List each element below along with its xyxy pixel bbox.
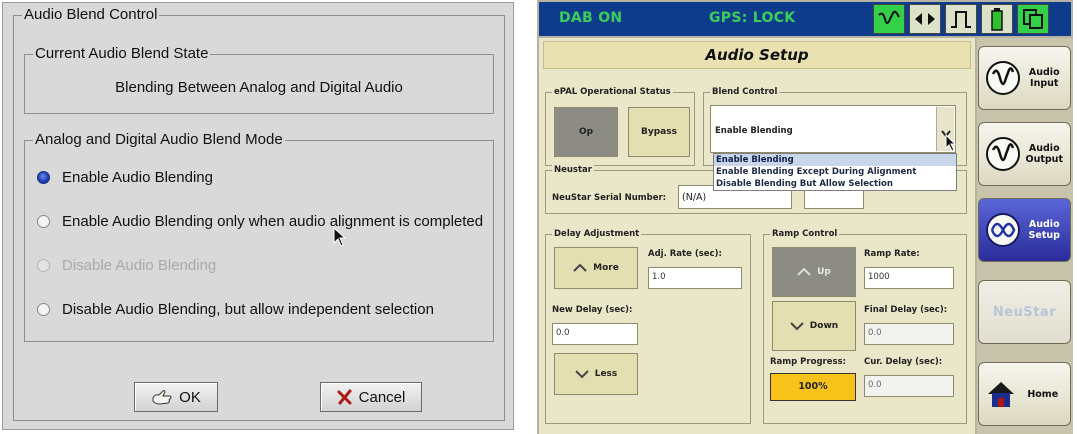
audio-blend-dialog: Audio Blend Control Current Audio Blend … [2, 2, 514, 430]
final-delay-label: Final Delay (sec): [864, 305, 948, 315]
neustar-serial-value: (N/A) [682, 192, 707, 203]
ramp-down-label: Down [809, 321, 839, 331]
delay-adjustment-title: Delay Adjustment [552, 228, 642, 240]
dab-status: DAB ON [559, 10, 623, 26]
blend-select[interactable]: Enable Blending [710, 105, 956, 153]
less-label: Less [594, 369, 618, 379]
status-bar: DAB ON GPS: LOCK [539, 2, 1071, 36]
main-pane: Audio Setup ePAL Operational Status Op B… [539, 38, 975, 434]
less-button[interactable]: Less [554, 353, 638, 395]
epal-status-group: ePAL Operational Status Op Bypass [545, 86, 695, 166]
blend-option-label: Enable Audio Blending [62, 169, 213, 186]
home-icon [988, 382, 1015, 407]
blend-dropdown-option[interactable]: Enable Blending Except During Alignment [714, 166, 956, 178]
delay-adjustment-group: Delay Adjustment More Adj. Rate (sec): 1… [545, 228, 751, 424]
page-title: Audio Setup [543, 41, 971, 69]
waveform-icon [873, 4, 905, 34]
blend-dropdown-option[interactable]: Disable Blending But Allow Selection [714, 178, 956, 190]
nav-neustar: NeuStar [978, 280, 1071, 344]
ramp-progress-value: 100% [798, 381, 828, 392]
radio-button[interactable] [37, 215, 50, 228]
chevron-up-icon [573, 263, 587, 272]
adj-rate-input[interactable]: 1.0 [648, 267, 742, 289]
arrows-icon [909, 4, 941, 34]
copy-icon [1017, 4, 1049, 34]
cur-delay-label: Cur. Delay (sec): [864, 357, 943, 367]
adj-rate-label: Adj. Rate (sec): [648, 249, 722, 259]
audio-blend-control-group: Audio Blend Control Current Audio Blend … [13, 6, 505, 421]
side-navigation: Audio Input Audio Output Audio Setup Neu… [977, 38, 1073, 434]
blend-option-label: Disable Audio Blending [62, 257, 217, 274]
new-delay-input[interactable]: 0.0 [552, 323, 638, 345]
neustar-logo: NeuStar [992, 304, 1057, 320]
chevron-down-icon [575, 370, 589, 379]
chevron-down-icon [790, 322, 804, 331]
blend-option-disable-allow-selection[interactable]: Disable Audio Blending, but allow indepe… [37, 301, 434, 318]
bypass-label: Bypass [641, 127, 677, 137]
blend-control-title: Blend Control [710, 86, 780, 98]
ramp-up-button[interactable]: Up [772, 247, 856, 297]
cur-delay-value: 0.0 [864, 375, 954, 397]
nav-label: Audio Output [1025, 143, 1064, 165]
blend-selected-value: Enable Blending [715, 126, 793, 136]
blend-option-enable-after-alignment[interactable]: Enable Audio Blending only when audio al… [37, 213, 483, 230]
op-label: Op [578, 127, 594, 137]
mouse-cursor-icon [333, 227, 347, 247]
battery-icon [981, 4, 1013, 34]
more-button[interactable]: More [554, 247, 638, 289]
neustar-title: Neustar [552, 164, 594, 176]
blend-option-label: Disable Audio Blending, but allow indepe… [62, 301, 434, 318]
ramp-up-label: Up [817, 267, 831, 277]
nav-label: Audio Input [1028, 67, 1060, 89]
ok-hand-icon [152, 390, 172, 405]
current-blend-state-title: Current Audio Blend State [33, 45, 211, 63]
new-delay-label: New Delay (sec): [552, 305, 633, 315]
ramp-progress-bar: 100% [770, 373, 856, 401]
nav-audio-output[interactable]: Audio Output [978, 122, 1071, 186]
ramp-progress-label: Ramp Progress: [770, 357, 847, 367]
blend-option-disable: Disable Audio Blending [37, 257, 216, 274]
ramp-down-button[interactable]: Down [772, 301, 856, 351]
nav-label: Home [1027, 388, 1059, 400]
bypass-button[interactable]: Bypass [628, 107, 690, 157]
wave-icon [985, 137, 1020, 171]
ok-label: OK [179, 388, 201, 406]
epal-status-title: ePAL Operational Status [552, 86, 673, 98]
neustar-serial-label: NeuStar Serial Number: [552, 193, 667, 203]
cancel-x-icon [337, 389, 352, 405]
nav-audio-setup[interactable]: Audio Setup [978, 198, 1071, 262]
chevron-up-icon [797, 267, 811, 276]
radio-button-checked[interactable] [37, 171, 50, 184]
more-label: More [593, 263, 619, 273]
audio-setup-panel: DAB ON GPS: LOCK Audio Setup ePAL Operat… [537, 0, 1073, 434]
nav-audio-input[interactable]: Audio Input [978, 46, 1071, 110]
current-blend-state-text: Blending Between Analog and Digital Audi… [115, 79, 403, 96]
gps-status: GPS: LOCK [709, 10, 796, 26]
wave-icon [985, 61, 1020, 95]
nav-home[interactable]: Home [978, 362, 1071, 426]
audio-blend-control-title: Audio Blend Control [22, 6, 160, 24]
nav-label: Audio Setup [1028, 219, 1060, 241]
pulse-icon [945, 4, 977, 34]
ramp-rate-label: Ramp Rate: [864, 249, 920, 259]
blend-dropdown-option[interactable]: Enable Blending [714, 154, 956, 166]
ramp-control-group: Ramp Control Up Ramp Rate: 1000 Down Fin… [763, 228, 967, 424]
blend-option-enable[interactable]: Enable Audio Blending [37, 169, 213, 186]
blend-mode-title: Analog and Digital Audio Blend Mode [33, 131, 285, 149]
blend-dropdown-list: Enable Blending Enable Blending Except D… [713, 153, 957, 191]
blend-mode-group: Analog and Digital Audio Blend Mode Enab… [24, 131, 494, 342]
final-delay-value: 0.0 [864, 323, 954, 345]
ramp-rate-input[interactable]: 1000 [864, 267, 954, 289]
cancel-label: Cancel [358, 388, 406, 406]
current-blend-state-group: Current Audio Blend State Blending Betwe… [24, 45, 494, 114]
blend-option-label: Enable Audio Blending only when audio al… [62, 213, 484, 230]
cancel-button[interactable]: Cancel [320, 382, 422, 412]
mouse-cursor-icon [945, 134, 957, 152]
wave-knot-icon [985, 213, 1020, 247]
op-button[interactable]: Op [554, 107, 618, 157]
radio-button-disabled [37, 259, 50, 272]
radio-button[interactable] [37, 303, 50, 316]
ramp-control-title: Ramp Control [770, 228, 840, 240]
ok-button[interactable]: OK [134, 382, 218, 412]
